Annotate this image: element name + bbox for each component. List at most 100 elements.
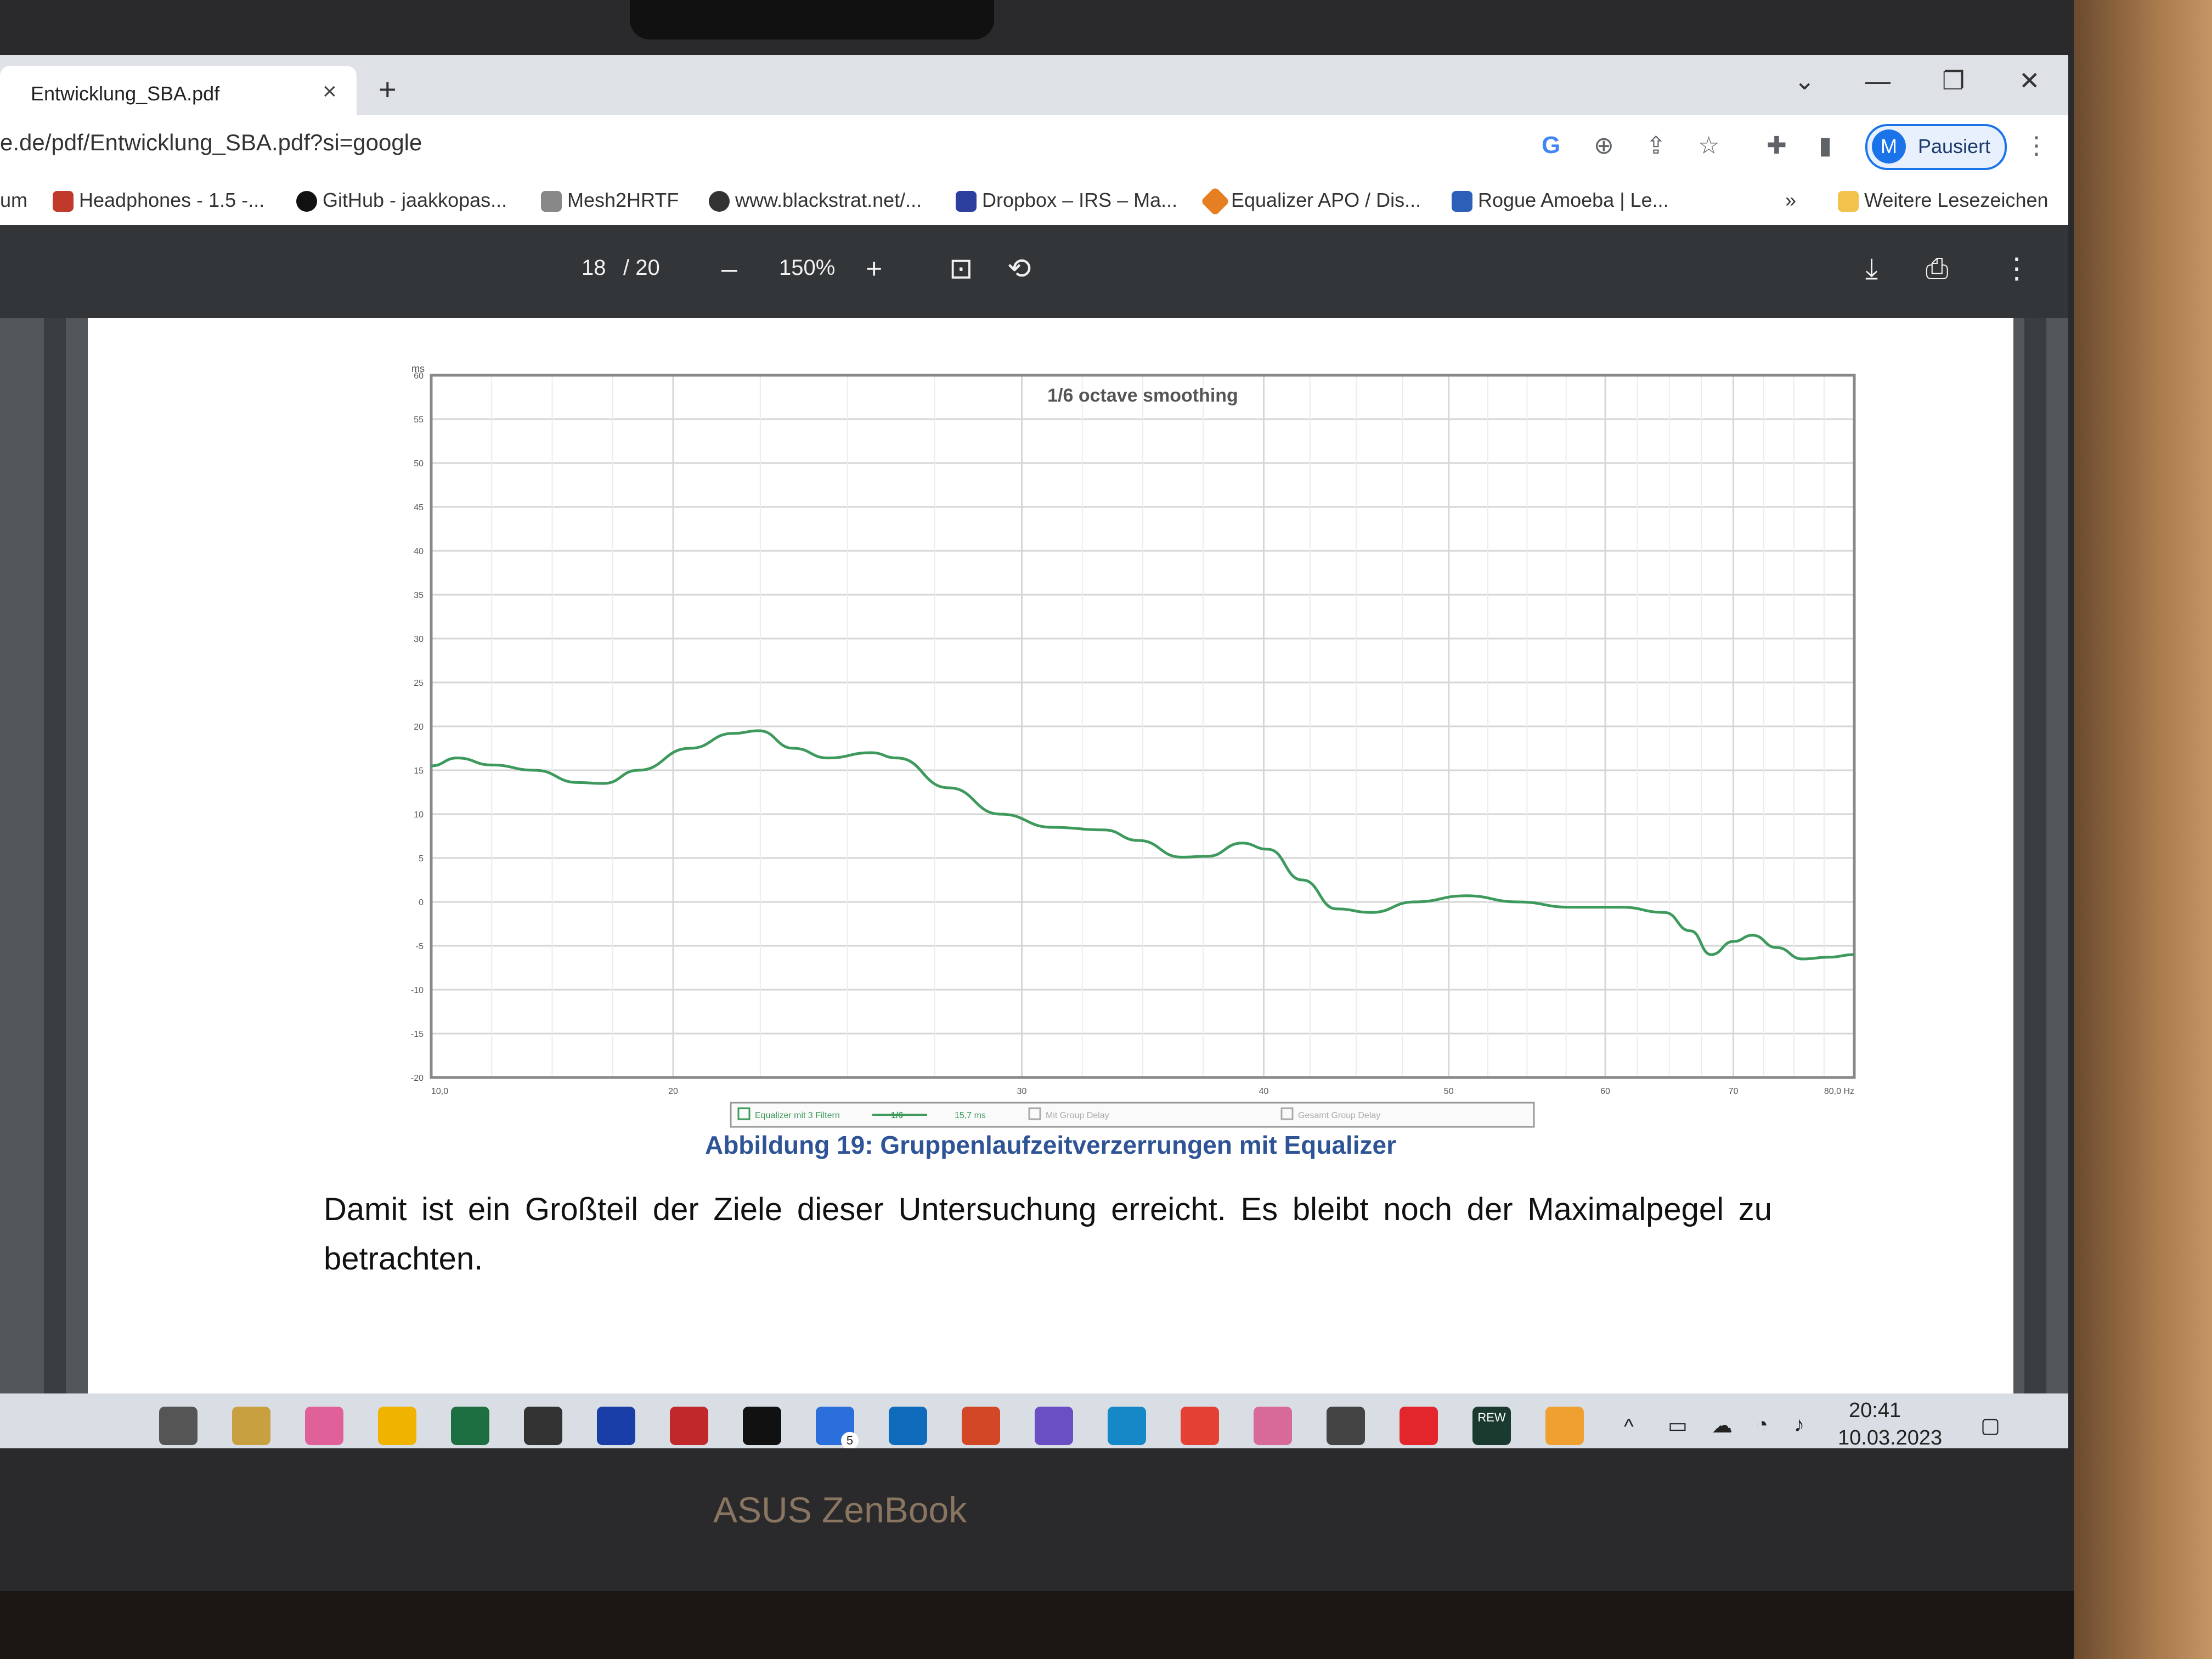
profile-button[interactable]: M Pausiert <box>1865 124 2007 170</box>
y-tick-label: 40 <box>414 547 424 556</box>
menu-icon[interactable]: ⋮ <box>2024 132 2049 160</box>
clock-time[interactable]: 20:41 <box>1849 1399 1901 1423</box>
mail-badge: 5 <box>841 1432 859 1448</box>
star-icon[interactable]: ☆ <box>1698 132 1719 160</box>
y-tick-label: 55 <box>414 415 424 425</box>
zoom-out-icon[interactable]: – <box>721 252 737 285</box>
zoom-level[interactable]: 150% <box>779 256 835 280</box>
minimize-icon[interactable]: — <box>1865 66 1891 95</box>
y-tick-label: 0 <box>419 898 424 907</box>
google-icon[interactable]: G <box>1542 132 1560 159</box>
task-view-icon[interactable] <box>159 1407 198 1445</box>
laptop-screen: Entwicklung_SBA.pdf × + ⌄ — ❐ ✕ e.de/pdf… <box>0 55 2068 1448</box>
extensions-icon[interactable]: ✚ <box>1767 132 1787 160</box>
outlook-icon[interactable] <box>889 1407 927 1445</box>
chrome-icon[interactable] <box>1181 1407 1219 1445</box>
wifi-icon[interactable]: ◔ <box>1756 1413 1768 1437</box>
volume-icon[interactable]: ♪ <box>1794 1413 1804 1437</box>
legend-entry: Mit Group Delay <box>1046 1111 1109 1120</box>
camera-app-icon[interactable] <box>743 1407 781 1445</box>
x-tick-label: 40 <box>1259 1087 1269 1096</box>
tab-title: Entwicklung_SBA.pdf <box>31 82 220 105</box>
bookmark-item[interactable]: Equalizer APO / Dis... <box>1200 187 1421 217</box>
y-tick-label: 60 <box>414 371 424 381</box>
acrobat-icon[interactable] <box>1400 1407 1438 1445</box>
print-icon[interactable]: ⎙ <box>1926 252 1949 286</box>
x-tick-label: 70 <box>1729 1087 1739 1096</box>
mail-icon[interactable]: 5 <box>816 1407 859 1448</box>
close-icon[interactable]: × <box>323 78 337 105</box>
new-tab-icon[interactable]: + <box>379 71 397 107</box>
chart-title: 1/6 octave smoothing <box>1047 385 1238 406</box>
restore-icon[interactable]: ❐ <box>1942 66 1965 95</box>
body-paragraph: Damit ist ein Großteil der Ziele dieser … <box>324 1192 1772 1277</box>
more-icon[interactable]: ⋮ <box>2002 252 2031 285</box>
clock-date[interactable]: 10.03.2023 <box>1838 1426 1942 1448</box>
y-tick-label: -20 <box>411 1074 424 1083</box>
page-total: / 20 <box>623 256 660 280</box>
file-explorer-icon[interactable] <box>378 1407 416 1445</box>
app-blue-icon[interactable] <box>597 1407 635 1445</box>
headphones-site-icon <box>53 191 74 212</box>
side-panel-icon[interactable]: ▮ <box>1819 132 1832 160</box>
legend-entry: 15,7 ms <box>955 1111 986 1120</box>
snip-icon[interactable] <box>1254 1407 1292 1445</box>
legend-entry: Equalizer mit 3 Filtern <box>755 1111 840 1120</box>
onedrive-icon[interactable]: ☁ <box>1712 1413 1733 1438</box>
fit-page-icon[interactable]: ⊡ <box>949 252 973 285</box>
zoom-in-icon[interactable]: + <box>866 252 882 285</box>
globe-icon <box>709 191 730 212</box>
x-tick-label: 50 <box>1444 1087 1454 1096</box>
powerpoint-icon[interactable] <box>962 1407 1000 1445</box>
chart-legend: Equalizer mit 3 Filtern 1/6 15,7 ms Mit … <box>730 1102 1535 1128</box>
bookmark-item[interactable]: Headphones - 1.5 -... <box>53 189 264 212</box>
download-icon[interactable]: ⤓ <box>1865 252 1878 286</box>
x-tick-label: 20 <box>668 1087 678 1096</box>
zoom-icon[interactable]: ⊕ <box>1594 132 1614 160</box>
excel-icon[interactable] <box>451 1407 489 1445</box>
left-scrollbar[interactable] <box>44 318 66 1448</box>
tab-pdf[interactable]: Entwicklung_SBA.pdf × <box>0 66 357 115</box>
bookmark-item[interactable]: www.blackstrat.net/... <box>709 189 922 212</box>
chevron-down-icon[interactable]: ⌄ <box>1794 66 1815 95</box>
laptop-brand-logo: ASUS ZenBook <box>713 1489 967 1530</box>
notifications-icon[interactable]: ▢ <box>1980 1413 2000 1438</box>
share-icon[interactable]: ⇪ <box>1646 132 1666 160</box>
app-orange-icon[interactable] <box>1545 1407 1584 1445</box>
chart-grid <box>430 374 1855 1079</box>
windows-taskbar: 5 REW ^ ▭ ☁ ◔ ♪ 20:41 10.03.2023 ▢ <box>0 1393 2068 1448</box>
y-tick-label: 15 <box>414 766 424 776</box>
notes-icon[interactable] <box>232 1407 270 1445</box>
x-tick-label: 10,0 <box>431 1087 448 1096</box>
avatar: M <box>1872 129 1906 163</box>
chevron-right-icon[interactable]: » <box>1785 189 1796 212</box>
folder-icon <box>1838 191 1859 212</box>
bookmark-folder[interactable]: Weitere Lesezeichen <box>1838 189 2049 212</box>
group-delay-chart: 1/6 octave smoothing ms 6055504540353025… <box>411 363 1856 1128</box>
y-tick-labels: 605550454035302520151050-5-10-15-20 <box>411 371 424 1083</box>
bookmark-item[interactable]: Dropbox – IRS – Ma... <box>956 189 1177 212</box>
y-tick-label: 10 <box>414 810 424 820</box>
rotate-icon[interactable]: ⟲ <box>1007 252 1031 285</box>
legend-box <box>730 1102 1535 1128</box>
mcafee-icon[interactable] <box>670 1407 708 1445</box>
bookmark-item[interactable]: Rogue Amoeba | Le... <box>1452 189 1669 212</box>
app-purple-icon[interactable] <box>1035 1407 1073 1445</box>
url-field[interactable]: e.de/pdf/Entwicklung_SBA.pdf?si=google <box>0 129 422 156</box>
dropbox-icon <box>956 191 977 212</box>
webcam-notch <box>630 0 994 40</box>
battery-icon[interactable]: ▭ <box>1668 1413 1688 1438</box>
right-scrollbar[interactable] <box>2024 318 2046 1448</box>
rew-icon[interactable]: REW <box>1472 1407 1511 1445</box>
page-number-input[interactable]: 18 <box>582 256 606 280</box>
edge-icon[interactable] <box>1108 1407 1146 1445</box>
media-player-icon[interactable] <box>1327 1407 1365 1445</box>
bookmark-item[interactable]: Mesh2HRTF <box>541 189 679 212</box>
bookmark-item[interactable]: GitHub - jaakkopas... <box>296 189 507 212</box>
mesh2hrtf-icon <box>541 191 562 212</box>
bookmark-item[interactable]: um <box>0 189 27 212</box>
tray-chevron-icon[interactable]: ^ <box>1624 1415 1634 1439</box>
ue-app-icon[interactable] <box>524 1407 562 1445</box>
itunes-icon[interactable] <box>305 1407 343 1445</box>
window-close-icon[interactable]: ✕ <box>2019 66 2040 95</box>
